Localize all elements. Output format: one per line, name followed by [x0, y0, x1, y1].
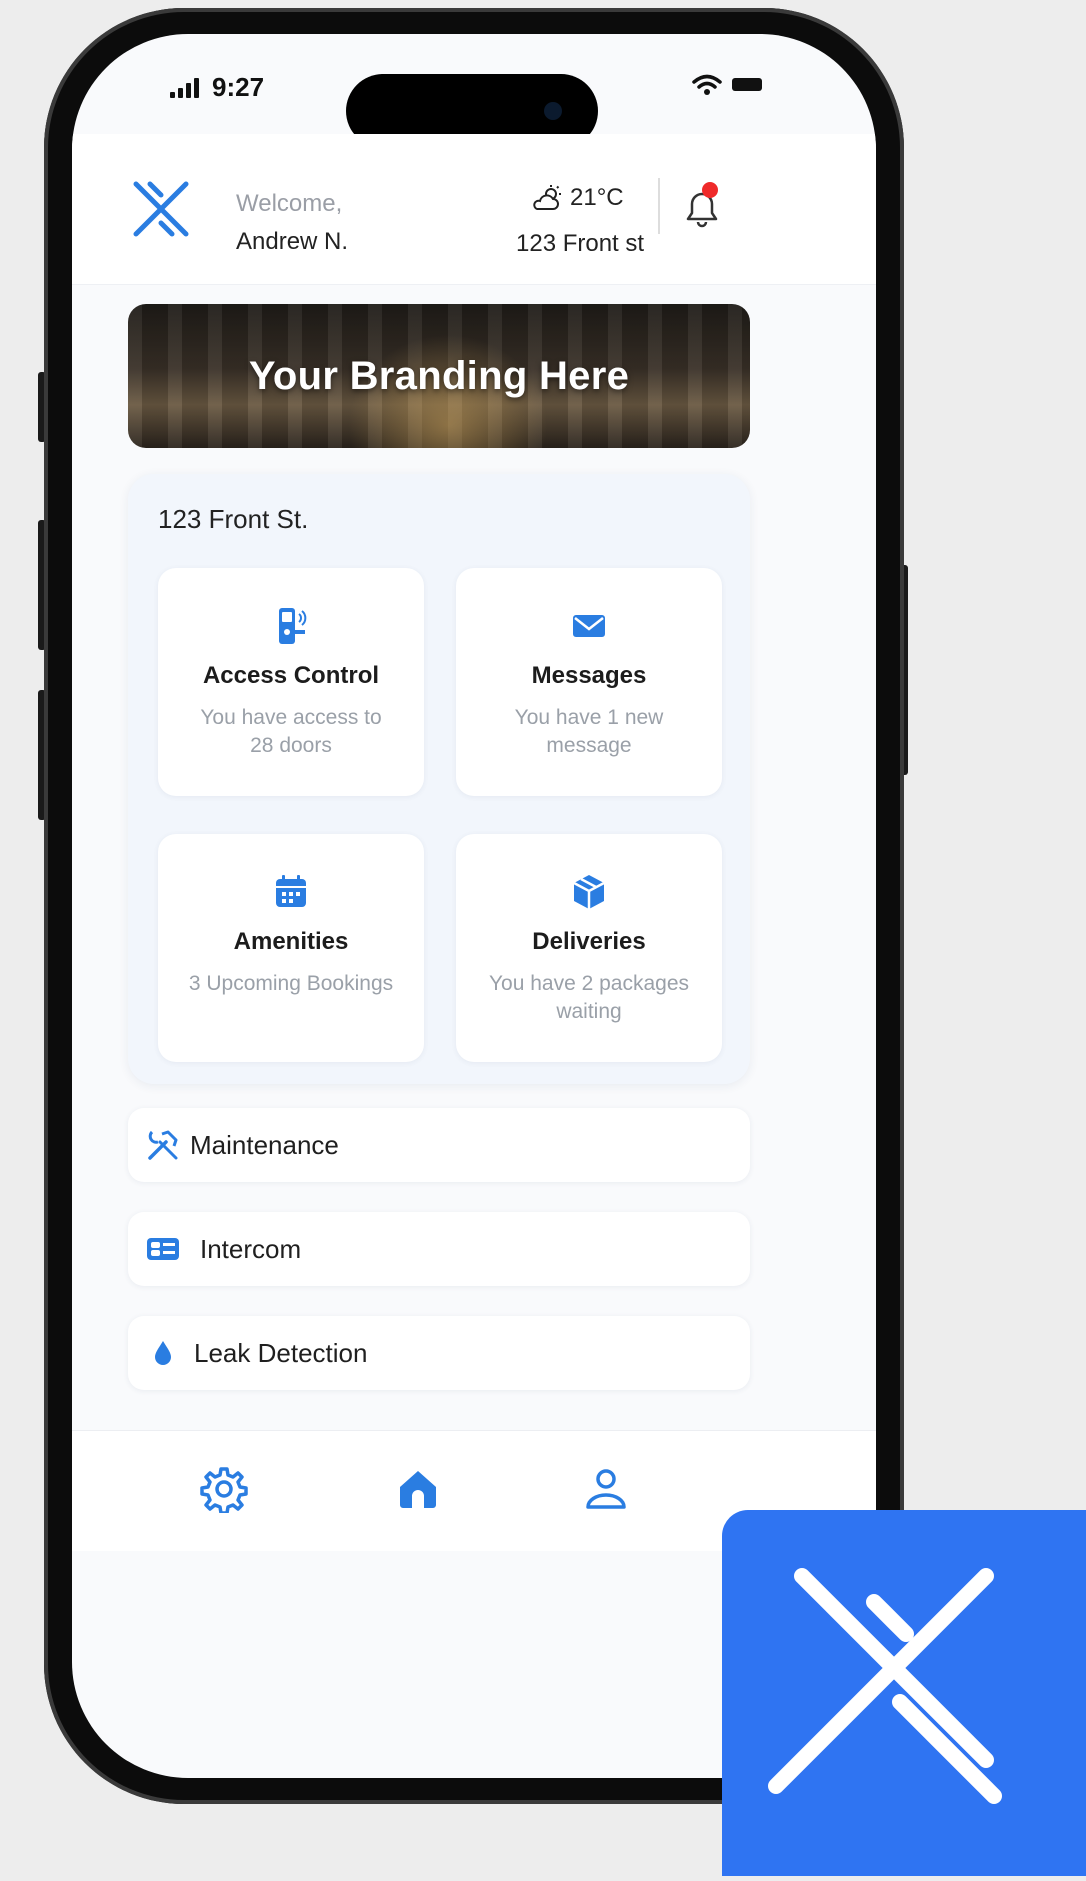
- intercom-icon: [147, 1238, 179, 1260]
- water-drop-icon: [155, 1341, 171, 1365]
- partly-cloudy-icon: [533, 185, 561, 210]
- list-item-label: Intercom: [200, 1234, 302, 1264]
- tools-icon: [148, 1130, 178, 1160]
- brand-x-logo-icon: [768, 1568, 1002, 1804]
- settings-icon[interactable]: [200, 1465, 248, 1513]
- property-title: 123 Front St.: [158, 504, 309, 534]
- calendar-icon: [276, 875, 306, 907]
- app-logo: [133, 181, 189, 237]
- list-item-label: Maintenance: [190, 1130, 339, 1160]
- tile-title: Access Control: [202, 662, 380, 689]
- tile-messages[interactable]: Messages You have 1 new message: [456, 568, 722, 796]
- tile-subtitle: You have access to 28 doors: [200, 706, 382, 757]
- user-name: Andrew N.: [236, 228, 349, 255]
- tile-deliveries[interactable]: Deliveries You have 2 packages waiting: [456, 834, 722, 1062]
- envelope-icon: [573, 615, 605, 637]
- notification-badge: [702, 182, 718, 198]
- welcome-text: Welcome,: [236, 190, 343, 217]
- battery-icon: [732, 78, 762, 91]
- list-item-leak-detection[interactable]: Leak Detection: [128, 1316, 750, 1390]
- tile-access-control[interactable]: Access Control You have access to 28 doo…: [158, 568, 424, 796]
- list-item-maintenance[interactable]: Maintenance: [128, 1108, 750, 1182]
- list-item-intercom[interactable]: Intercom: [128, 1212, 750, 1286]
- status-time: 9:27: [212, 72, 265, 102]
- signal-icon: [170, 76, 202, 98]
- home-icon[interactable]: [394, 1465, 442, 1513]
- banner-text: Your Branding Here: [248, 354, 630, 398]
- list-item-label: Leak Detection: [194, 1338, 368, 1368]
- property-card: 123 Front St. Access Control You have ac…: [128, 474, 750, 1084]
- wifi-icon: [692, 74, 722, 95]
- tile-subtitle: 3 Upcoming Bookings: [188, 972, 394, 995]
- tile-amenities[interactable]: Amenities 3 Upcoming Bookings: [158, 834, 424, 1062]
- package-icon: [573, 875, 605, 909]
- app-brand-icon: [722, 1510, 1086, 1876]
- tile-subtitle: You have 1 new message: [514, 706, 664, 757]
- tile-subtitle: You have 2 packages waiting: [488, 972, 690, 1023]
- weather-widget: 21°C: [532, 184, 624, 212]
- tile-title: Deliveries: [532, 928, 646, 955]
- branding-banner: Your Branding Here: [128, 304, 750, 448]
- status-bar: 9:27: [72, 66, 876, 106]
- door-lock-icon: [279, 608, 307, 644]
- temperature: 21°C: [570, 184, 624, 211]
- header-divider: [658, 178, 660, 234]
- header-address: 123 Front st: [516, 230, 645, 257]
- tile-title: Messages: [531, 662, 647, 689]
- app-header: Welcome, Andrew N. 21°C 123 Front st: [72, 134, 876, 285]
- tile-title: Amenities: [233, 928, 349, 955]
- profile-icon[interactable]: [582, 1465, 630, 1513]
